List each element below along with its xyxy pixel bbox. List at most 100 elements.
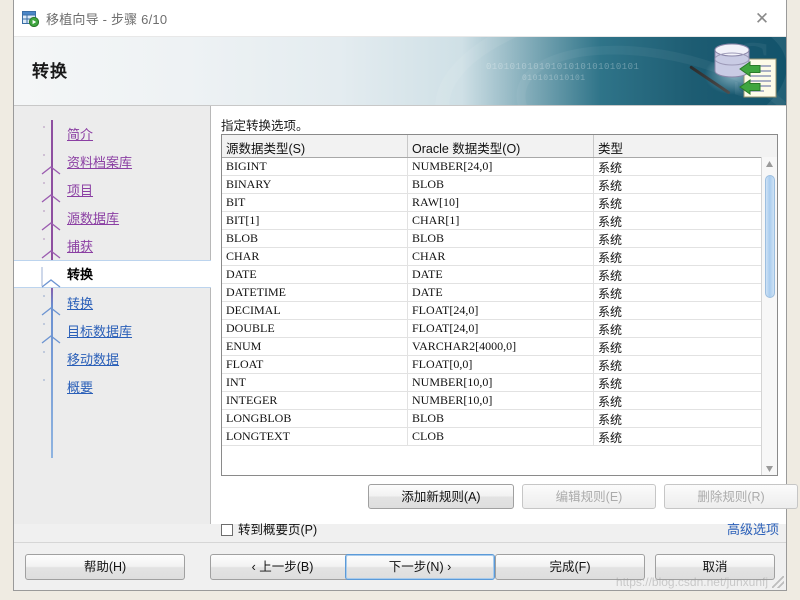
help-button[interactable]: 帮助(H) [25,554,185,580]
table-cell: BIT[1] [222,212,408,229]
step-node-sphere-icon [44,211,58,225]
table-row[interactable]: BIGINT NUMBER[24,0] 系统 [222,158,777,176]
add-rule-button[interactable]: 添加新规则(A) [368,484,514,509]
table-row[interactable]: BINARY BLOB 系统 [222,176,777,194]
step-node-sphere-icon [44,183,58,197]
table-cell: CHAR[1] [408,212,594,229]
advanced-options-link[interactable]: 高级选项 [727,519,779,538]
sidebar-item-label: 概要 [67,380,94,395]
table-cell: DATETIME [222,284,408,301]
table-row[interactable]: INTEGER NUMBER[10,0] 系统 [222,392,777,410]
close-icon[interactable]: ✕ [742,4,782,33]
migration-wizard-window: 移植向导 - 步骤 6/10 ✕ S 转换 010101010101010101… [13,0,798,591]
sidebar-item-label: 捕获 [67,239,94,254]
table-cell: 系统 [598,323,623,337]
table-row[interactable]: BIT[1] CHAR[1] 系统 [222,212,777,230]
table-cell: 系统 [598,413,623,427]
goto-summary-checkbox-row: 转到概要页(P) [221,519,317,538]
table-row[interactable]: INT NUMBER[10,0] 系统 [222,374,777,392]
table-cell: FLOAT[24,0] [408,320,594,337]
table-vertical-scrollbar[interactable] [761,157,777,475]
table-row[interactable]: DECIMAL FLOAT[24,0] 系统 [222,302,777,320]
table-cell: DOUBLE [222,320,408,337]
table-cell: 系统 [598,431,623,445]
next-button[interactable]: 下一步(N) › [345,554,495,580]
table-cell: NUMBER[10,0] [408,392,594,409]
step-node-sphere-icon [44,127,58,141]
table-cell: BINARY [222,176,408,193]
sidebar-item-project[interactable]: 项目 [14,176,211,204]
sidebar-item-label: 简介 [67,127,94,142]
wizard-footer: 帮助(H) ‹ 上一步(B) 下一步(N) › 完成(F) 取消 https:/… [14,542,786,590]
sidebar-item-move-data[interactable]: 移动数据 [14,345,211,373]
main-panel: 指定转换选项。 源数据类型(S) Oracle 数据类型(O) 类型 BIGIN… [212,106,798,537]
sidebar-item-summary[interactable]: 概要 [14,373,211,401]
table-cell: RAW[10] [408,194,594,211]
cancel-button[interactable]: 取消 [655,554,775,580]
sidebar-item-label: 源数据库 [67,211,120,226]
table-row[interactable]: ENUM VARCHAR2[4000,0] 系统 [222,338,777,356]
table-cell: LONGTEXT [222,428,408,445]
table-cell: BIGINT [222,158,408,175]
title-bar: 移植向导 - 步骤 6/10 ✕ [14,0,786,37]
table-cell: 系统 [598,197,623,211]
scrollbar-thumb[interactable] [765,175,775,298]
table-cell: FLOAT[0,0] [408,356,594,373]
table-row[interactable]: FLOAT FLOAT[0,0] 系统 [222,356,777,374]
sidebar-item-target-database[interactable]: 目标数据库 [14,317,211,345]
column-header-oracle-type[interactable]: Oracle 数据类型(O) [408,135,594,157]
goto-summary-label: 转到概要页(P) [238,523,318,537]
page-title: 转换 [32,62,68,81]
sidebar-item-source-database[interactable]: 源数据库 [14,204,211,232]
column-header-source-type[interactable]: 源数据类型(S) [222,135,408,157]
banner-binary-text-2: 010101010101 [522,74,586,83]
column-header-type[interactable]: 类型 [594,135,762,157]
table-cell: BLOB [222,230,408,247]
sidebar-item-capture[interactable]: 捕获 [14,232,211,260]
table-cell: 系统 [598,251,623,265]
scroll-up-arrow-icon[interactable] [762,157,777,172]
table-cell: 系统 [598,215,623,229]
sidebar-item-label: 移动数据 [67,352,120,367]
sidebar-item-repository[interactable]: 资料档案库 [14,148,211,176]
step-node-sphere-icon [44,155,58,169]
table-cell: 系统 [598,395,623,409]
table-row[interactable]: DOUBLE FLOAT[24,0] 系统 [222,320,777,338]
wizard-steps-sidebar: 简介 资料档案库 项目 源数据库 捕获 转换 转换 目标数据库 移动数据 概要 [14,106,211,524]
table-cell: FLOAT [222,356,408,373]
table-cell: BLOB [408,230,594,247]
table-cell: 系统 [598,269,623,283]
delete-rule-button: 删除规则(R) [664,484,798,509]
table-cell: 系统 [598,305,623,319]
step-node-sphere-icon [44,296,58,310]
table-cell: NUMBER[24,0] [408,158,594,175]
sidebar-item-label: 转换 [67,296,94,311]
edit-rule-button: 编辑规则(E) [522,484,656,509]
table-row[interactable]: LONGTEXT CLOB 系统 [222,428,777,446]
table-row[interactable]: CHAR CHAR 系统 [222,248,777,266]
sidebar-item-convert-next[interactable]: 转换 [14,289,211,317]
back-button[interactable]: ‹ 上一步(B) [210,554,355,580]
banner-binary-text-1: 01010101010101010101010101 [486,62,640,72]
sidebar-item-convert-current[interactable]: 转换 [14,260,211,288]
instruction-text: 指定转换选项。 [221,119,309,133]
finish-button[interactable]: 完成(F) [495,554,645,580]
table-cell: 系统 [598,287,623,301]
step-node-sphere-icon [44,352,58,366]
database-transfer-icon [706,41,786,103]
sidebar-item-intro[interactable]: 简介 [14,120,211,148]
table-cell: NUMBER[10,0] [408,374,594,391]
sidebar-item-label: 资料档案库 [67,155,133,170]
table-row[interactable]: BIT RAW[10] 系统 [222,194,777,212]
scroll-down-arrow-icon[interactable] [762,461,777,475]
table-cell: FLOAT[24,0] [408,302,594,319]
resize-grip-icon[interactable] [772,576,784,588]
table-row[interactable]: BLOB BLOB 系统 [222,230,777,248]
table-row[interactable]: DATETIME DATE 系统 [222,284,777,302]
table-row[interactable]: DATE DATE 系统 [222,266,777,284]
table-row[interactable]: LONGBLOB BLOB 系统 [222,410,777,428]
goto-summary-checkbox[interactable] [221,524,233,536]
table-cell: DATE [222,266,408,283]
table-cell: DATE [408,284,594,301]
table-cell: BLOB [408,410,594,427]
